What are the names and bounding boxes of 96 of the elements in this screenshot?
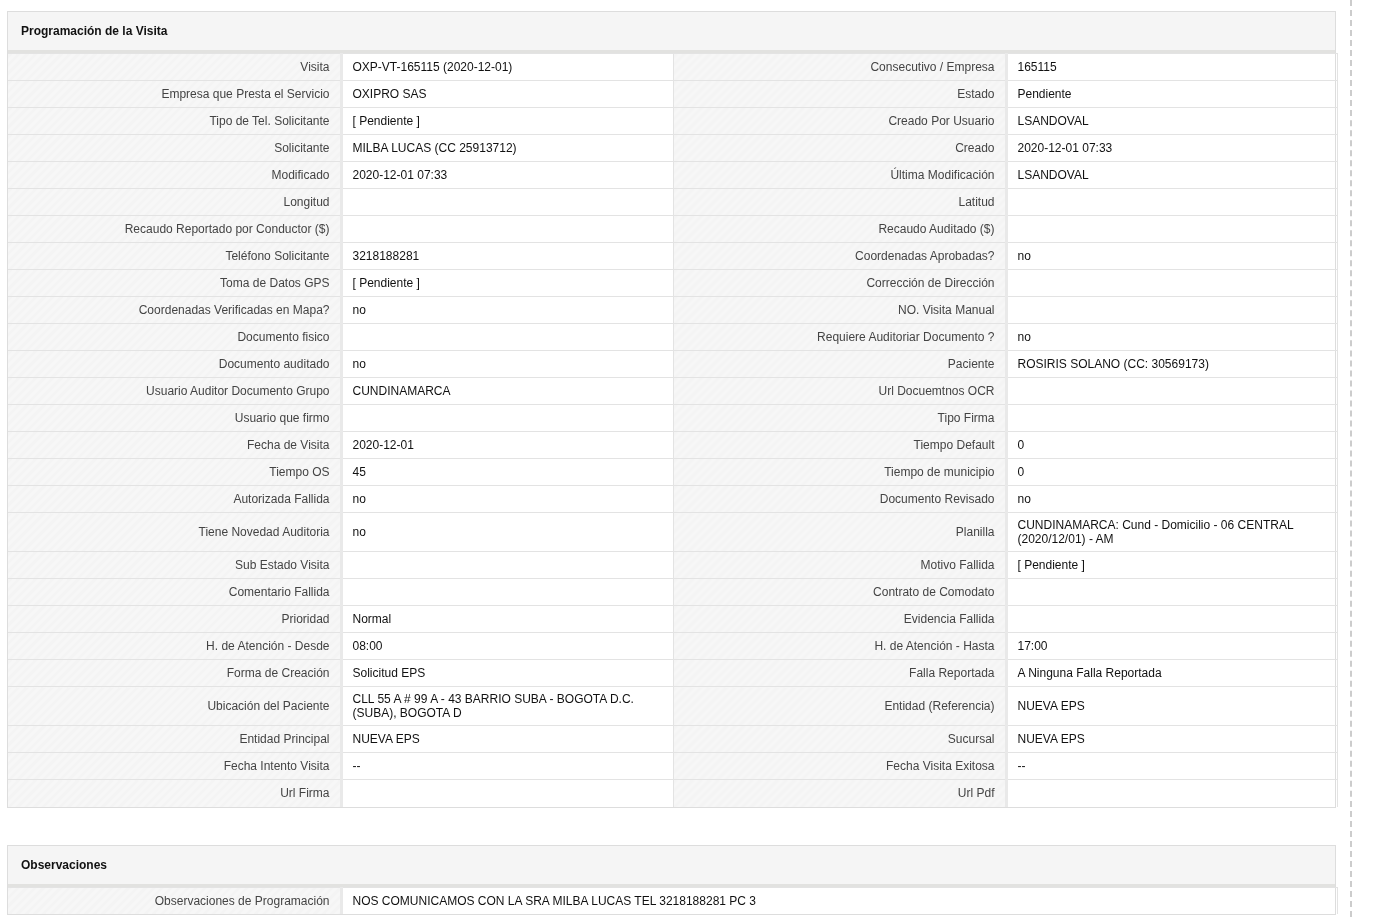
field-value: [ Pendiente ] [352, 114, 420, 128]
field-value: no [352, 492, 366, 506]
field-label: Tiempo OS [269, 465, 330, 479]
field-value: Normal [352, 612, 392, 626]
field-value: 165115 [1017, 60, 1057, 74]
field-value: [ Pendiente ] [1017, 558, 1085, 572]
field-label: Visita [300, 60, 330, 74]
field-label: Recaudo Auditado ($) [878, 222, 995, 236]
field-label: Coordenadas Verificadas en Mapa? [138, 303, 330, 317]
field-value: Solicitud EPS [352, 666, 426, 680]
field-label: Longitud [283, 195, 330, 209]
field-label: Toma de Datos GPS [220, 276, 330, 290]
field-value: LSANDOVAL [1017, 168, 1089, 182]
field-label: Recaudo Reportado por Conductor ($) [124, 222, 330, 236]
field-label: Empresa que Presta el Servicio [161, 87, 330, 101]
field-label: Creado Por Usuario [888, 114, 995, 128]
field-value: CUNDINAMARCA [352, 384, 451, 398]
field-label: Sucursal [947, 732, 995, 746]
section-title: Programación de la Visita [21, 23, 168, 40]
field-value: 17:00 [1017, 639, 1048, 653]
field-label: Falla Reportada [909, 666, 995, 680]
field-label: Última Modificación [890, 168, 995, 182]
field-label: Estado [957, 87, 995, 101]
field-label: Coordenadas Aprobadas? [855, 249, 995, 263]
field-value: CLL 55 A # 99 A - 43 BARRIO SUBA - BOGOTA D.C. (SUBA), BOGOTA D [352, 692, 635, 720]
field-label: Tiene Novedad Auditoria [198, 525, 330, 539]
field-label: Modificado [271, 168, 330, 182]
field-label: Comentario Fallida [228, 585, 330, 599]
field-label: Planilla [955, 525, 995, 539]
field-value: no [1017, 492, 1031, 506]
field-value: NUEVA EPS [352, 732, 420, 746]
field-value: ROSIRIS SOLANO (CC: 30569173) [1017, 357, 1209, 371]
field-label: Tiempo de municipio [884, 465, 995, 479]
field-value: Pendiente [1017, 87, 1072, 101]
field-label: NO. Visita Manual [898, 303, 995, 317]
field-label: Tipo de Tel. Solicitante [209, 114, 330, 128]
field-value: 2020-12-01 07:33 [352, 168, 448, 182]
field-label: Fecha Visita Exitosa [886, 759, 995, 773]
field-label: H. de Atención - Hasta [874, 639, 995, 653]
field-value: no [1017, 330, 1031, 344]
field-label: Corrección de Dirección [866, 276, 995, 290]
field-label: Tipo Firma [937, 411, 995, 425]
field-value: 3218188281 [352, 249, 420, 263]
field-value: 08:00 [352, 639, 383, 653]
field-label: Teléfono Solicitante [225, 249, 330, 263]
field-value: CUNDINAMARCA: Cund - Domicilio - 06 CENTRAL (2020/12/01) - AM [1017, 518, 1295, 546]
field-label: Sub Estado Visita [235, 558, 330, 572]
field-label: Consecutivo / Empresa [870, 60, 995, 74]
field-label: Url Docuemtnos OCR [878, 384, 995, 398]
field-value: A Ninguna Falla Reportada [1017, 666, 1162, 680]
field-value: LSANDOVAL [1017, 114, 1089, 128]
field-label: Observaciones de Programación [154, 893, 330, 908]
field-label: Forma de Creación [226, 666, 330, 680]
field-value: 0 [1017, 465, 1025, 479]
field-value: no [352, 525, 366, 539]
field-label: Evidencia Fallida [903, 612, 995, 626]
field-label: Documento auditado [218, 357, 330, 371]
field-value: OXIPRO SAS [352, 87, 427, 101]
field-label: Documento Revisado [879, 492, 995, 506]
field-label: Requiere Auditoriar Documento ? [817, 330, 995, 344]
field-label: Motivo Fallida [920, 558, 995, 572]
field-value: MILBA LUCAS (CC 25913712) [352, 141, 517, 155]
field-label: Usuario que firmo [234, 411, 330, 425]
field-label: Url Pdf [957, 786, 995, 801]
field-value: 2020-12-01 [352, 438, 414, 452]
field-label: Entidad (Referencia) [884, 699, 995, 713]
field-value: no [352, 357, 366, 371]
field-label: Autorizada Fallida [233, 492, 330, 506]
field-value: 45 [352, 465, 366, 479]
field-label: Prioridad [281, 612, 330, 626]
field-label: Creado [955, 141, 995, 155]
field-label: Ubicación del Paciente [207, 699, 330, 713]
field-value: 2020-12-01 07:33 [1017, 141, 1113, 155]
field-value: -- [352, 759, 361, 773]
field-value: no [352, 303, 366, 317]
field-value: NOS COMUNICAMOS CON LA SRA MILBA LUCAS TEL 3218188281 PC 3 [352, 893, 756, 908]
field-value: [ Pendiente ] [352, 276, 420, 290]
field-label: Fecha Intento Visita [223, 759, 330, 773]
field-value: NUEVA EPS [1017, 699, 1085, 713]
field-label: Entidad Principal [239, 732, 330, 746]
field-value: NUEVA EPS [1017, 732, 1085, 746]
field-value: -- [1017, 759, 1026, 773]
field-value: no [1017, 249, 1031, 263]
field-label: Documento fisico [237, 330, 330, 344]
field-label: Url Firma [280, 786, 330, 801]
field-value: 0 [1017, 438, 1025, 452]
field-label: Tiempo Default [913, 438, 995, 452]
field-label: H. de Atención - Desde [206, 639, 330, 653]
field-label: Fecha de Visita [247, 438, 330, 452]
field-label: Latitud [958, 195, 995, 209]
field-label: Solicitante [274, 141, 330, 155]
field-label: Paciente [947, 357, 995, 371]
section-title: Observaciones [21, 856, 108, 874]
field-label: Usuario Auditor Documento Grupo [146, 384, 330, 398]
field-label: Contrato de Comodato [873, 585, 995, 599]
field-value: OXP-VT-165115 (2020-12-01) [352, 60, 513, 74]
